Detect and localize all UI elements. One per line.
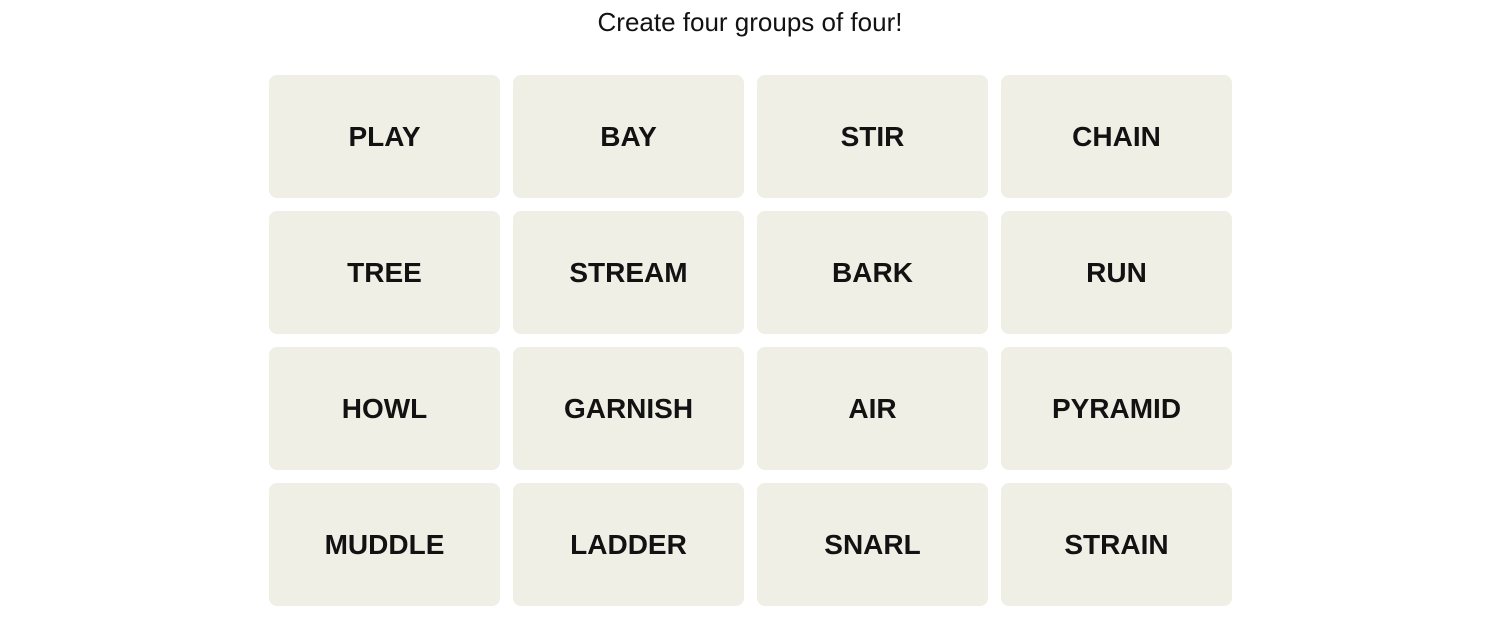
word-tile[interactable]: HOWL — [269, 347, 500, 470]
word-tile[interactable]: BAY — [513, 75, 744, 198]
word-tile[interactable]: GARNISH — [513, 347, 744, 470]
word-tile[interactable]: AIR — [757, 347, 988, 470]
word-tile[interactable]: MUDDLE — [269, 483, 500, 606]
word-tile[interactable]: SNARL — [757, 483, 988, 606]
word-tile[interactable]: LADDER — [513, 483, 744, 606]
word-tile[interactable]: TREE — [269, 211, 500, 334]
word-tile[interactable]: CHAIN — [1001, 75, 1232, 198]
word-grid: PLAY BAY STIR CHAIN TREE STREAM BARK RUN… — [269, 75, 1233, 606]
word-tile[interactable]: BARK — [757, 211, 988, 334]
word-tile[interactable]: STRAIN — [1001, 483, 1232, 606]
word-tile[interactable]: PLAY — [269, 75, 500, 198]
word-tile[interactable]: RUN — [1001, 211, 1232, 334]
word-tile[interactable]: PYRAMID — [1001, 347, 1232, 470]
word-tile[interactable]: STREAM — [513, 211, 744, 334]
instructions-text: Create four groups of four! — [597, 7, 903, 37]
word-tile[interactable]: STIR — [757, 75, 988, 198]
